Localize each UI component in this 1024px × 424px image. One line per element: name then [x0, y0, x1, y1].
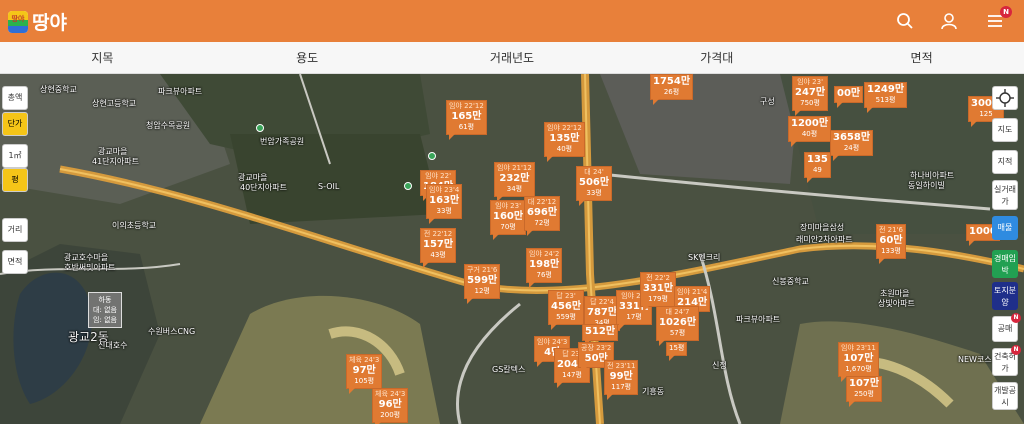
- tab-area[interactable]: 면적: [819, 42, 1024, 73]
- poi-icon: [404, 182, 412, 190]
- tab-price-range[interactable]: 가격대: [614, 42, 819, 73]
- cadastral-button[interactable]: 지적: [992, 150, 1018, 174]
- price-marker[interactable]: 135 49: [804, 152, 831, 183]
- logo-mark-text: 땅야: [11, 14, 25, 23]
- parcel-info-box[interactable]: 하동 대: 없음 임: 없음: [88, 292, 122, 328]
- land-sale-button[interactable]: 토지분양: [992, 282, 1018, 310]
- place-label: 상현중학교: [40, 85, 77, 94]
- place-label: 신대호수: [98, 341, 128, 350]
- price-marker[interactable]: 체육 24'3 97만 105평: [346, 354, 383, 394]
- filter-tabbar: 지목 용도 거래년도 가격대 면적: [0, 42, 1024, 74]
- app-logo[interactable]: 땅야 땅야: [8, 8, 67, 35]
- place-label: 구성: [760, 97, 775, 106]
- place-label: 상현고등학교: [92, 99, 137, 108]
- place-label: 40단지아파트: [240, 183, 287, 192]
- menu-icon[interactable]: N: [986, 6, 1012, 30]
- parcel-info-line: 대: 없음: [93, 306, 117, 314]
- price-marker[interactable]: 대 24' 506만 33평: [576, 166, 613, 206]
- park-poi-icon: [256, 124, 264, 132]
- tab-zoning[interactable]: 용도: [205, 42, 410, 73]
- place-label: 래미안2차아파트: [796, 235, 853, 244]
- per-sqm-toggle[interactable]: 1㎡: [2, 144, 28, 168]
- tab-land-category[interactable]: 지목: [0, 42, 205, 73]
- new-badge: N: [1011, 345, 1021, 355]
- price-marker[interactable]: 512만: [582, 324, 619, 346]
- poi-icon: [428, 152, 436, 160]
- price-marker[interactable]: 107만 250평: [846, 376, 883, 407]
- price-marker[interactable]: 임야 21'12 232만 34평: [494, 162, 535, 202]
- price-marker[interactable]: 전 22'2 331만 179평: [640, 272, 677, 312]
- user-icon[interactable]: [940, 12, 958, 30]
- place-label: 신정: [712, 361, 727, 370]
- price-marker[interactable]: 1249만 513평: [864, 82, 908, 113]
- place-label: NEW코스: [958, 355, 992, 364]
- crosshair-icon: [996, 89, 1014, 107]
- price-marker[interactable]: 임야 23'11 107만 1,670평: [838, 342, 879, 382]
- unit-price-toggle[interactable]: 단가: [2, 112, 28, 136]
- distance-tool-button[interactable]: 거리: [2, 218, 28, 242]
- price-marker[interactable]: 임야 23' 160만 70평: [490, 200, 527, 240]
- place-label: 호반써밋아파트: [64, 263, 116, 272]
- place-label: 기흥동: [642, 387, 665, 396]
- place-label: 신봉중학교: [772, 277, 809, 286]
- place-label: S-OIL: [318, 182, 340, 191]
- search-icon[interactable]: [896, 12, 914, 30]
- price-marker[interactable]: 임야 22'12 135만 40평: [544, 122, 585, 162]
- place-label: 동일하이빌: [908, 181, 945, 190]
- price-marker[interactable]: 임야 23' 247만 750평: [792, 76, 829, 116]
- place-label: 이의초등학교: [112, 221, 157, 230]
- price-marker[interactable]: 1754만 26평: [650, 74, 694, 105]
- place-label: 번암가족공원: [260, 137, 305, 146]
- price-marker[interactable]: 체육 24'3 96만 200평: [372, 388, 409, 424]
- parcel-info-title: 하동: [98, 296, 112, 304]
- price-marker[interactable]: 임야 24'2 198만 76평: [526, 248, 563, 288]
- map-view-button[interactable]: 지도: [992, 118, 1018, 142]
- price-marker[interactable]: 전 22'12 157만 43평: [420, 228, 457, 268]
- price-marker[interactable]: 임야 23'4 163만 33평: [426, 184, 463, 224]
- price-marker[interactable]: 1200만 40평: [788, 116, 832, 147]
- price-marker[interactable]: 3658만 24평: [830, 130, 874, 161]
- place-label: GS칼텍스: [492, 365, 526, 374]
- place-label: 파크뷰아파트: [736, 315, 781, 324]
- place-label: SK엔크리: [688, 253, 721, 262]
- public-sale-label: 공매: [997, 324, 1013, 333]
- sale-listing-button[interactable]: 매물: [992, 216, 1018, 240]
- current-location-button[interactable]: [992, 86, 1018, 110]
- place-label: 수원버스CNG: [148, 327, 196, 336]
- dev-notice-button[interactable]: 개발공시: [992, 382, 1018, 410]
- price-marker[interactable]: 임야 22'12 165만 61평: [446, 100, 487, 140]
- auction-button[interactable]: 경매임박: [992, 250, 1018, 278]
- place-label: 파크뷰아파트: [158, 87, 203, 96]
- price-marker[interactable]: 구거 21'6 599만 12평: [464, 264, 501, 304]
- price-marker[interactable]: 대 24'7 1026만 57평: [656, 306, 700, 346]
- building-permit-button[interactable]: 건축허가 N: [992, 345, 1021, 376]
- real-trade-button[interactable]: 실거래가: [992, 180, 1018, 210]
- area-tool-button[interactable]: 면적: [2, 250, 28, 274]
- app-title: 땅야: [32, 12, 67, 34]
- price-marker[interactable]: 전 23'11 99만 117평: [604, 360, 639, 400]
- public-sale-button[interactable]: 공매 N: [992, 313, 1021, 342]
- tab-trade-year[interactable]: 거래년도: [410, 42, 615, 73]
- price-marker[interactable]: 전 21'6 60만 133평: [876, 224, 906, 264]
- price-marker[interactable]: 15평: [666, 342, 688, 361]
- new-badge: N: [1011, 313, 1021, 323]
- price-marker[interactable]: 답 23' 456만 559평: [548, 290, 585, 330]
- place-label: 상빛아파트: [878, 299, 915, 308]
- building-permit-label: 건축허가: [993, 352, 1017, 373]
- place-label: 41단지아파트: [92, 157, 139, 166]
- place-label: 장미마을삼성: [800, 223, 845, 232]
- price-marker[interactable]: 00만: [834, 86, 864, 108]
- parcel-info-line: 임: 없음: [93, 316, 117, 324]
- per-pyeong-toggle[interactable]: 평: [2, 168, 28, 192]
- price-marker[interactable]: 대 22'12 696만 72평: [524, 196, 561, 236]
- place-label: 청암수목공원: [146, 121, 191, 130]
- total-price-toggle[interactable]: 총액: [2, 86, 28, 110]
- app-header: 땅야 땅야 N: [0, 0, 1024, 42]
- notification-badge: N: [1000, 6, 1012, 18]
- satellite-map[interactable]: 상현중학교 상현고등학교 파크뷰아파트 청암수목공원 광교마을 41단지아파트 …: [0, 74, 1024, 424]
- logo-mark-icon: 땅야: [8, 10, 28, 33]
